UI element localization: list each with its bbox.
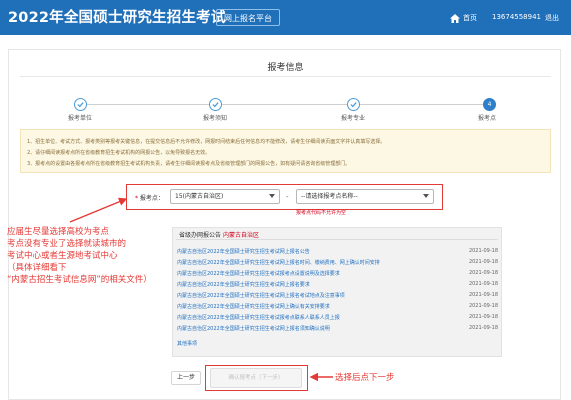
announcement-heading: 省级办网报公告 内蒙古自治区 bbox=[179, 230, 259, 239]
province-select[interactable]: 15(内蒙古自治区) bbox=[170, 189, 280, 204]
announcement-item[interactable]: 内蒙古自治区2022年全国硕士研究生招生考试报考点联系人联系人员上报 2021-… bbox=[177, 314, 498, 322]
required-mark: * bbox=[135, 195, 138, 202]
select-separator: - bbox=[286, 193, 289, 201]
annotation-left: 应届生尽量选择高校为考点 考点没有专业了选择就读城市的 考试中心或者生源地考试中… bbox=[7, 226, 187, 286]
home-icon bbox=[450, 13, 460, 23]
top-bar: 2022年全国硕士研究生招生考试 网上报名平台 首页 13674558941 退… bbox=[0, 0, 571, 35]
exit-link[interactable]: 退出 bbox=[545, 13, 559, 23]
more-link[interactable]: 其他事项 bbox=[177, 340, 197, 347]
step-2-circle bbox=[209, 98, 222, 111]
announcement-date: 2021-09-18 bbox=[468, 248, 498, 254]
annotation-right: 选择后点下一步 bbox=[335, 373, 395, 383]
step-4-number: 4 bbox=[487, 101, 492, 108]
announcement-title[interactable]: 内蒙古自治区2022年全国硕士研究生招生考试网上确认有关安排要求 bbox=[177, 303, 330, 310]
announcement-divider bbox=[176, 239, 498, 240]
step-3-label: 报考专业 bbox=[341, 115, 366, 122]
announcement-date: 2021-09-18 bbox=[468, 325, 498, 331]
apply-point-select[interactable]: --请选择报考点名称-- bbox=[296, 189, 434, 204]
chevron-down-icon bbox=[269, 194, 275, 198]
announcement-item[interactable]: 内蒙古自治区2022年全国硕士研究生招生考试网上报名公告 2021-09-18 bbox=[177, 248, 498, 256]
chevron-down-icon bbox=[423, 194, 429, 198]
notice-line: 2、请仔细阅读报考点所在省级教育招生考试机构的网报公告，以免导致报名无效。 bbox=[27, 150, 211, 156]
home-link[interactable]: 首页 bbox=[450, 13, 477, 23]
annotation-line: 考试中心或者生源地考试中心 bbox=[7, 251, 118, 261]
annotation-line: “内蒙古招生考试信息网”的相关文件） bbox=[7, 275, 152, 285]
step-4-circle: 4 bbox=[483, 98, 496, 111]
announcement-item[interactable]: 内蒙古自治区2022年全国硕士研究生招生考试报考点设置说明及选择要求 2021-… bbox=[177, 270, 498, 278]
title-divider bbox=[20, 76, 551, 77]
notice-box: 1、招生单位、考试方式、报考类别等报考关键信息，在提交信息后不允许修改，网报时间… bbox=[20, 129, 551, 173]
notice-line: 1、招生单位、考试方式、报考类别等报考关键信息，在提交信息后不允许修改，网报时间… bbox=[27, 139, 386, 145]
announcement-item[interactable]: 内蒙古自治区2022年全国硕士研究生招生考试网上报名时间、缴纳费用、网上确认时间… bbox=[177, 259, 498, 267]
step-1-label: 报考单位 bbox=[68, 115, 93, 122]
announcement-item[interactable]: 内蒙古自治区2022年全国硕士研究生招生考试网上报名要求 2021-09-18 bbox=[177, 281, 498, 289]
next-step-button[interactable]: 确认报考点（下一步） bbox=[210, 368, 302, 388]
announcement-item[interactable]: 内蒙古自治区2022年全国硕士研究生招生考试网上报名考试地点及注意事项 2021… bbox=[177, 292, 498, 300]
annotation-line: （具体详细看下 bbox=[7, 263, 67, 273]
province-select-value: 15(内蒙古自治区) bbox=[175, 193, 224, 200]
announcement-heading-place: 内蒙古自治区 bbox=[222, 232, 259, 239]
announcement-title[interactable]: 内蒙古自治区2022年全国硕士研究生招生考试报考点联系人联系人员上报 bbox=[177, 314, 340, 321]
check-icon bbox=[212, 102, 219, 108]
app-title: 2022年全国硕士研究生招生考试 bbox=[8, 10, 226, 26]
apply-point-label-text: 报考点： bbox=[139, 195, 164, 202]
step-track bbox=[80, 104, 490, 105]
announcement-title[interactable]: 内蒙古自治区2022年全国硕士研究生招生考试网上报名时间、缴纳费用、网上确认时间… bbox=[177, 259, 380, 266]
page-title: 报考信息 bbox=[267, 63, 304, 73]
user-phone: 13674558941 bbox=[492, 13, 541, 21]
announcement-title[interactable]: 内蒙古自治区2022年全国硕士研究生招生考试报考点设置说明及选择要求 bbox=[177, 270, 340, 277]
step-2-label: 报考须知 bbox=[203, 115, 228, 122]
announcement-item[interactable]: 内蒙古自治区2022年全国硕士研究生招生考试网上报名须知确认说明 2021-09… bbox=[177, 325, 498, 333]
step-1-circle bbox=[74, 98, 87, 111]
annotation-line: 考点没有专业了选择就读城市的 bbox=[7, 239, 127, 249]
notice-line: 3、报考点的设置由各报考点所在省级教育招生考试机构负责，请考生仔细阅读报考点及省… bbox=[27, 161, 351, 167]
announcement-item[interactable]: 内蒙古自治区2022年全国硕士研究生招生考试网上确认有关安排要求 2021-09… bbox=[177, 303, 498, 311]
annotation-line: 应届生尽量选择高校为考点 bbox=[7, 227, 110, 237]
announcement-date: 2021-09-18 bbox=[468, 281, 498, 287]
apply-point-error: 报考点代码不允许为空 bbox=[296, 210, 347, 216]
apply-point-label: * 报考点： bbox=[135, 193, 164, 202]
apply-point-select-value: --请选择报考点名称-- bbox=[301, 193, 358, 200]
step-4-label: 报考点 bbox=[478, 115, 497, 122]
announcement-title[interactable]: 内蒙古自治区2022年全国硕士研究生招生考试网上报名须知确认说明 bbox=[177, 325, 330, 332]
check-icon bbox=[350, 102, 357, 108]
announcement-date: 2021-09-18 bbox=[468, 303, 498, 309]
announcement-date: 2021-09-18 bbox=[468, 259, 498, 265]
home-link-label: 首页 bbox=[463, 14, 477, 22]
announcement-title[interactable]: 内蒙古自治区2022年全国硕士研究生招生考试网上报名公告 bbox=[177, 248, 310, 255]
step-3-circle bbox=[347, 98, 360, 111]
prev-step-button[interactable]: 上一步 bbox=[171, 371, 201, 385]
platform-badge: 网上报名平台 bbox=[216, 9, 280, 26]
announcement-title[interactable]: 内蒙古自治区2022年全国硕士研究生招生考试网上报名要求 bbox=[177, 281, 310, 288]
check-icon bbox=[77, 102, 84, 108]
announcement-date: 2021-09-18 bbox=[468, 292, 498, 298]
announcement-date: 2021-09-18 bbox=[468, 314, 498, 320]
announcement-date: 2021-09-18 bbox=[468, 270, 498, 276]
announcement-title[interactable]: 内蒙古自治区2022年全国硕士研究生招生考试网上报名考试地点及注意事项 bbox=[177, 292, 345, 299]
